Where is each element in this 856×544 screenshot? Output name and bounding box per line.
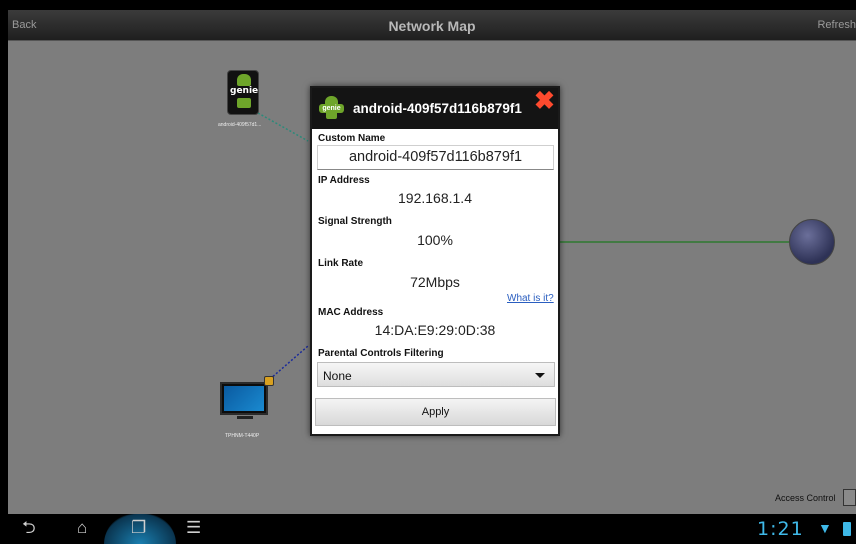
android-phone-device-icon[interactable]: genie	[227, 70, 259, 115]
mac-address-label: MAC Address	[318, 307, 384, 318]
access-control-toggle[interactable]	[843, 489, 856, 506]
clock: 1:21	[757, 518, 804, 540]
device-details-dialog: genie android-409f57d116b879f1 ✖ Custom …	[310, 86, 560, 436]
mac-address-value: 14:DA:E9:29:0D:38	[374, 322, 496, 338]
app-icon-legs	[326, 113, 337, 119]
page-title: Network Map	[388, 18, 476, 34]
system-nav-bar: ⮌ ⌂ ❐ ☰ 1:21 ▼	[0, 514, 856, 544]
parental-controls-select[interactable]: None	[317, 362, 555, 387]
top-strip	[0, 0, 856, 10]
battery-icon	[843, 522, 851, 536]
phone-label-text: android-409f57d1...	[218, 122, 262, 128]
menu-icon[interactable]: ☰	[186, 518, 201, 538]
tv-screen	[224, 386, 264, 411]
link-rate-label: Link Rate	[318, 258, 364, 269]
refresh-button[interactable]: Refresh	[817, 19, 856, 31]
genie-logo-text: genie	[230, 86, 259, 96]
app-icon-text: genie	[319, 104, 344, 113]
recent-apps-icon[interactable]: ❐	[131, 518, 146, 538]
close-icon[interactable]: ✖	[534, 89, 555, 114]
app-icon-head	[325, 96, 338, 104]
parental-controls-label: Parental Controls Filtering	[318, 348, 444, 359]
access-control-label: Access Control	[775, 493, 836, 503]
phone-link-line	[257, 112, 309, 142]
title-bar: Back Network Map Refresh	[8, 10, 856, 41]
genie-app-icon: genie	[319, 96, 344, 120]
home-icon[interactable]: ⌂	[77, 518, 87, 538]
dialog-header: genie android-409f57d116b879f1 ✖	[312, 88, 558, 129]
back-icon[interactable]: ⮌	[22, 518, 36, 538]
apply-button[interactable]: Apply	[315, 398, 556, 426]
signal-strength-value: 100%	[417, 232, 453, 248]
folder-badge-icon	[264, 376, 274, 386]
tv-device-label: TPHNM-T440P	[225, 424, 259, 442]
internet-globe-icon[interactable]	[789, 219, 835, 265]
tv-label-text: TPHNM-T440P	[225, 433, 260, 439]
custom-name-label: Custom Name	[318, 133, 386, 144]
parental-selected-value: None	[323, 369, 352, 383]
dropdown-caret-icon	[535, 373, 545, 378]
wifi-icon: ▼	[818, 520, 832, 536]
signal-strength-label: Signal Strength	[318, 216, 392, 227]
link-rate-value: 72Mbps	[410, 274, 460, 290]
android-body-icon	[237, 98, 251, 108]
phone-device-label: android-409f57d1...	[218, 113, 261, 131]
tv-device-icon[interactable]	[220, 382, 268, 415]
custom-name-input[interactable]: android-409f57d116b879f1	[317, 145, 554, 170]
dialog-title: android-409f57d116b879f1	[353, 101, 522, 116]
what-is-it-link[interactable]: What is it?	[507, 293, 554, 304]
tv-link-line	[269, 345, 309, 380]
ip-address-value: 192.168.1.4	[398, 190, 472, 206]
ip-address-label: IP Address	[318, 175, 370, 186]
tv-stand	[237, 416, 253, 419]
android-head-icon	[237, 74, 251, 86]
